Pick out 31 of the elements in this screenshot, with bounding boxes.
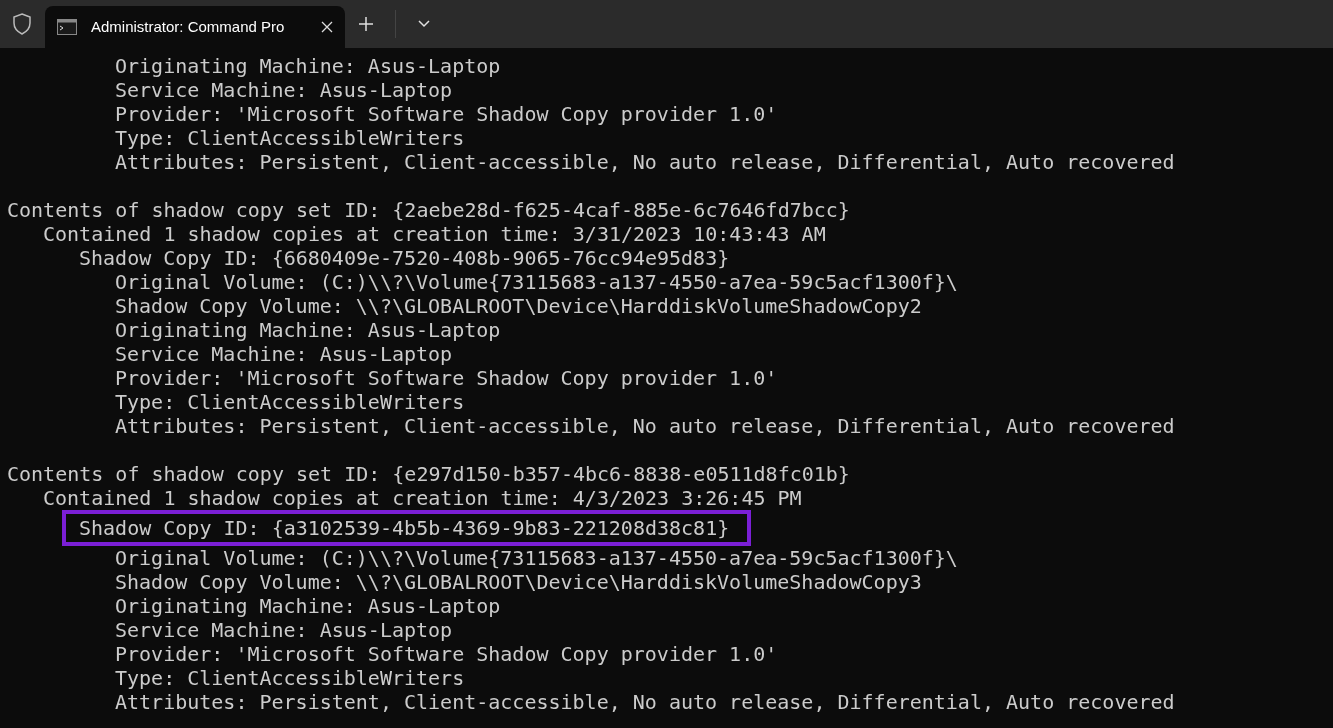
terminal-icon <box>57 19 77 35</box>
plus-icon[interactable] <box>359 17 373 31</box>
output-line: Provider: 'Microsoft Software Shadow Copy provider 1.0' <box>115 366 778 390</box>
shield-icon[interactable] <box>12 13 32 35</box>
output-line: Contents of shadow copy set ID: {e297d150-b357-4bc6-8838-e0511d8fc01b} <box>7 462 850 486</box>
output-line: Contents of shadow copy set ID: {2aebe28d-f625-4caf-885e-6c7646fd7bcc} <box>7 198 850 222</box>
output-line: Type: ClientAccessibleWriters <box>115 666 465 690</box>
terminal-tab[interactable]: Administrator: Command Pro <box>45 6 345 48</box>
output-line: Attributes: Persistent, Client-accessible, No auto release, Differential, Auto recovered <box>115 150 1175 174</box>
output-line: Service Machine: Asus-Laptop <box>115 78 453 102</box>
output-line: Shadow Copy Volume: \\?\GLOBALROOT\Device\HarddiskVolumeShadowCopy3 <box>115 570 922 594</box>
output-line: Original Volume: (C:)\\?\Volume{73115683-a137-4550-a7ea-59c5acf1300f}\ <box>115 270 958 294</box>
output-line: Provider: 'Microsoft Software Shadow Copy provider 1.0' <box>115 102 778 126</box>
close-icon[interactable] <box>321 21 333 33</box>
chevron-down-icon[interactable] <box>418 20 430 28</box>
output-line: Originating Machine: Asus-Laptop <box>115 318 501 342</box>
output-line: Shadow Copy Volume: \\?\GLOBALROOT\Device\HarddiskVolumeShadowCopy2 <box>115 294 922 318</box>
output-line: Attributes: Persistent, Client-accessible, No auto release, Differential, Auto recovered <box>115 690 1175 714</box>
tab-title: Administrator: Command Pro <box>91 16 285 37</box>
output-line: Service Machine: Asus-Laptop <box>115 618 453 642</box>
output-line: Provider: 'Microsoft Software Shadow Copy provider 1.0' <box>115 642 778 666</box>
output-line: Originating Machine: Asus-Laptop <box>115 594 501 618</box>
output-line: Shadow Copy ID: {6680409e-7520-408b-9065-76cc94e95d83} <box>79 246 730 270</box>
output-line: Type: ClientAccessibleWriters <box>115 390 465 414</box>
output-line: Attributes: Persistent, Client-accessible, No auto release, Differential, Auto recovered <box>115 414 1175 438</box>
output-line: Contained 1 shadow copies at creation time: 4/3/2023 3:26:45 PM <box>43 486 802 510</box>
output-line: Originating Machine: Asus-Laptop <box>115 54 501 78</box>
output-line: Service Machine: Asus-Laptop <box>115 342 453 366</box>
output-line: Contained 1 shadow copies at creation time: 3/31/2023 10:43:43 AM <box>43 222 826 246</box>
output-line: Type: ClientAccessibleWriters <box>115 126 465 150</box>
output-line: Original Volume: (C:)\\?\Volume{73115683-a137-4550-a7ea-59c5acf1300f}\ <box>115 546 958 570</box>
